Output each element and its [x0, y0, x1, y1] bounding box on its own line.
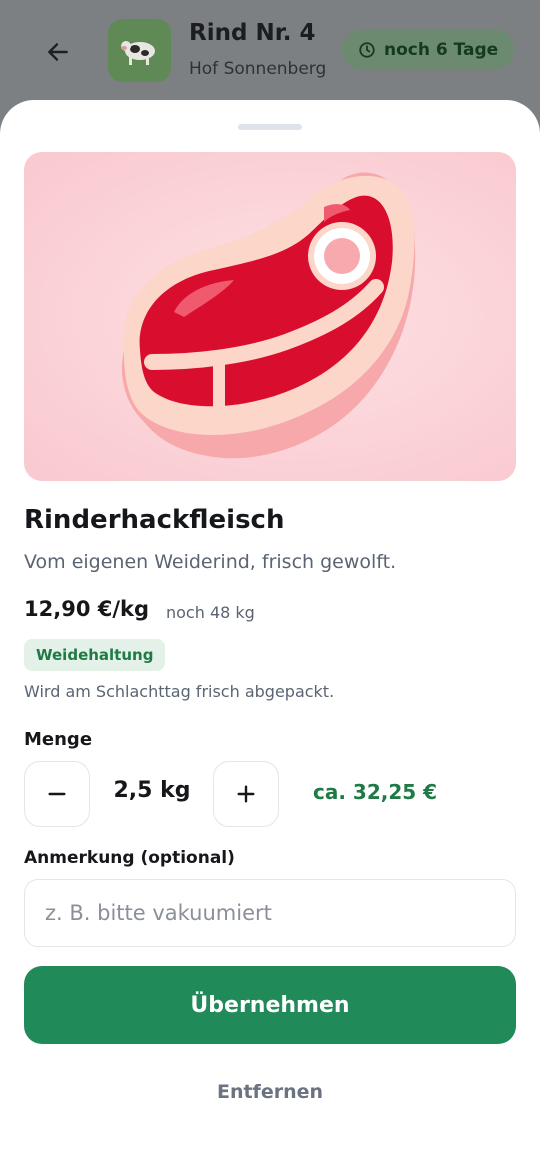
remove-button[interactable]: Entfernen — [170, 1074, 370, 1110]
product-name: Rinderhackfleisch — [24, 505, 285, 535]
arrow-left-icon — [48, 43, 68, 61]
farm-name: Hof Sonnenberg — [189, 59, 327, 79]
time-remaining-badge: noch 6 Tage — [342, 29, 515, 70]
estimated-total: ca. 32,25 € — [313, 780, 438, 804]
cow-icon — [120, 40, 155, 65]
minus-icon — [48, 792, 66, 796]
product-stock: noch 48 kg — [166, 603, 255, 622]
clock-icon — [359, 41, 375, 58]
back-button[interactable] — [38, 32, 78, 72]
animal-thumbnail — [108, 19, 171, 82]
comment-input[interactable] — [24, 879, 516, 947]
steak-icon — [122, 172, 416, 459]
decrement-button[interactable] — [24, 761, 90, 827]
animal-title: Rind Nr. 4 — [189, 20, 316, 46]
product-sheet: Rinderhackfleisch Vom eigenen Weiderind,… — [0, 100, 540, 1170]
comment-label: Anmerkung (optional) — [24, 848, 235, 868]
product-note: Wird am Schlachttag frisch abgepackt. — [24, 682, 335, 701]
product-tag: Weidehaltung — [24, 639, 166, 671]
quantity-value: 2,5 kg — [113, 778, 191, 803]
product-price: 12,90 €/kg — [24, 597, 150, 621]
quantity-label: Menge — [24, 729, 93, 750]
apply-button[interactable]: Übernehmen — [24, 966, 516, 1044]
plus-icon — [237, 785, 255, 803]
screen: Rind Nr. 4 Hof Sonnenberg noch 6 Tage Ri… — [0, 0, 540, 1170]
sheet-grabber[interactable] — [238, 124, 302, 130]
increment-button[interactable] — [213, 761, 279, 827]
product-image — [24, 152, 516, 481]
time-remaining-text: noch 6 Tage — [384, 39, 499, 60]
product-description: Vom eigenen Weiderind, frisch gewolft. — [24, 551, 397, 573]
